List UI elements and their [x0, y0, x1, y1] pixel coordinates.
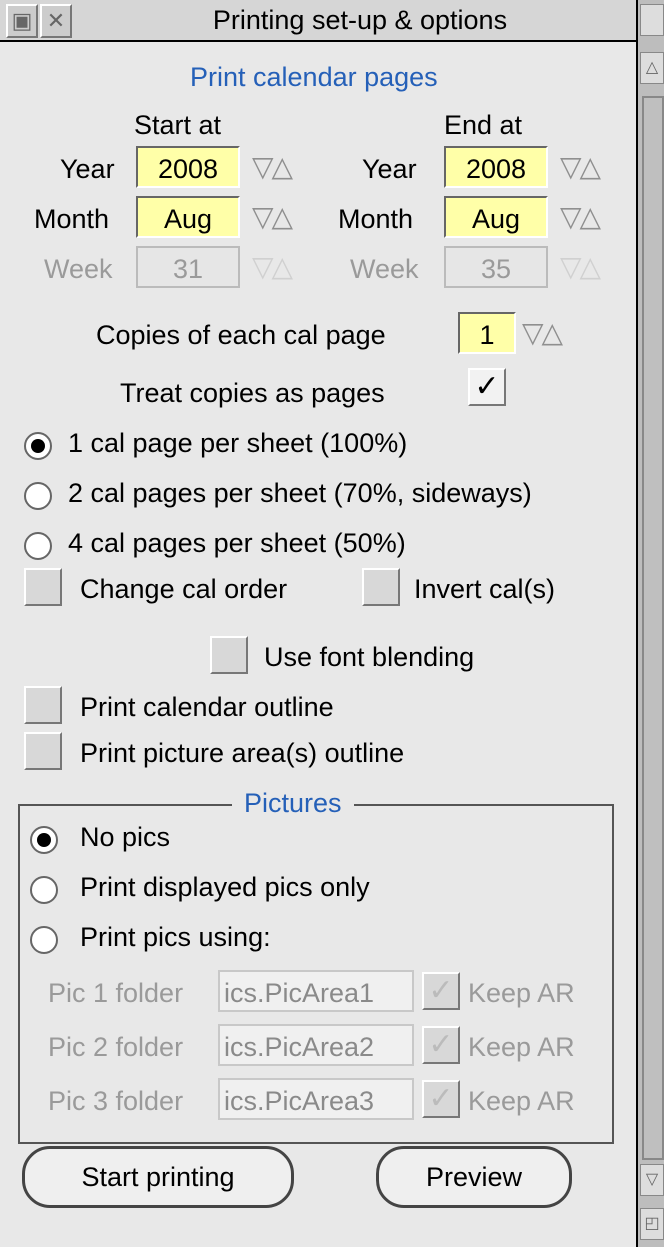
end-year-field[interactable]: 2008: [444, 146, 548, 188]
pic2-folder-field: ics.PicArea2: [218, 1024, 414, 1066]
resize-icon[interactable]: ◰: [640, 1208, 664, 1240]
toggle-size-icon[interactable]: [640, 4, 664, 36]
layout-radio-3[interactable]: [24, 532, 52, 560]
calendar-outline-checkbox[interactable]: [24, 686, 62, 724]
end-month-stepper[interactable]: ▽△: [560, 200, 601, 233]
end-year-label: Year: [362, 154, 417, 184]
font-blending-label: Use font blending: [264, 642, 475, 672]
layout-radio-2[interactable]: [24, 482, 52, 510]
title-bar[interactable]: ▣ ✕ Printing set-up & options: [0, 0, 636, 42]
pic2-keep-ar-checkbox: ✓: [422, 1026, 460, 1064]
calendar-outline-label: Print calendar outline: [80, 692, 334, 722]
end-month-label: Month: [338, 204, 414, 234]
start-at-label: Start at: [134, 110, 222, 140]
end-month-field[interactable]: Aug: [444, 196, 548, 238]
pic1-folder-field: ics.PicArea1: [218, 970, 414, 1012]
start-week-stepper: ▽△: [252, 251, 293, 282]
invert-label: Invert cal(s): [414, 574, 556, 604]
invert-checkbox[interactable]: [362, 568, 400, 606]
treat-copies-checkbox[interactable]: ✓: [468, 368, 506, 406]
print-options-window: ▣ ✕ Printing set-up & options △ ▽ ◰ Prin…: [0, 0, 664, 1247]
start-week-label: Week: [44, 254, 113, 284]
start-year-field[interactable]: 2008: [136, 146, 240, 188]
start-year-stepper[interactable]: ▽△: [252, 150, 293, 183]
font-blending-checkbox[interactable]: [210, 636, 248, 674]
preview-button[interactable]: Preview: [376, 1146, 572, 1208]
scroll-up-icon[interactable]: △: [640, 52, 664, 84]
layout-radio-1[interactable]: [24, 432, 52, 460]
pic3-folder-label: Pic 3 folder: [48, 1086, 184, 1116]
scroll-track[interactable]: [642, 96, 664, 1160]
treat-copies-label: Treat copies as pages: [120, 378, 385, 408]
start-month-stepper[interactable]: ▽△: [252, 200, 293, 233]
pics-radio-displayed[interactable]: [30, 876, 58, 904]
pics-option-1-label: No pics: [80, 822, 171, 852]
pic3-folder-field: ics.PicArea3: [218, 1078, 414, 1120]
start-year-label: Year: [60, 154, 115, 184]
copies-stepper[interactable]: ▽△: [522, 316, 563, 349]
pic2-keep-ar-label: Keep AR: [468, 1032, 575, 1062]
layout-option-2-label: 2 cal pages per sheet (70%, sideways): [68, 478, 532, 508]
pic3-keep-ar-checkbox: ✓: [422, 1080, 460, 1118]
pic1-keep-ar-label: Keep AR: [468, 978, 575, 1008]
pic1-keep-ar-checkbox: ✓: [422, 972, 460, 1010]
pic3-keep-ar-label: Keep AR: [468, 1086, 575, 1116]
back-icon[interactable]: ▣: [6, 4, 38, 38]
start-month-label: Month: [34, 204, 110, 234]
layout-option-3-label: 4 cal pages per sheet (50%): [68, 528, 406, 558]
end-week-label: Week: [350, 254, 419, 284]
start-week-field: 31: [136, 246, 240, 288]
layout-option-1-label: 1 cal page per sheet (100%): [68, 428, 408, 458]
start-month-field[interactable]: Aug: [136, 196, 240, 238]
pics-option-2-label: Print displayed pics only: [80, 872, 370, 902]
change-order-label: Change cal order: [80, 574, 288, 604]
scroll-down-icon[interactable]: ▽: [640, 1164, 664, 1196]
end-week-stepper: ▽△: [560, 251, 601, 282]
pictures-group-title: Pictures: [232, 788, 354, 819]
picture-outline-label: Print picture area(s) outline: [80, 738, 405, 768]
dialog-content: Print calendar pages Start at End at Yea…: [0, 42, 636, 1247]
section-heading: Print calendar pages: [190, 62, 438, 92]
end-at-label: End at: [444, 110, 523, 140]
vertical-scrollbar[interactable]: △ ▽ ◰: [636, 0, 664, 1247]
pic1-folder-label: Pic 1 folder: [48, 978, 184, 1008]
close-icon[interactable]: ✕: [40, 4, 72, 38]
start-printing-button[interactable]: Start printing: [22, 1146, 294, 1208]
pics-radio-none[interactable]: [30, 826, 58, 854]
pics-option-3-label: Print pics using:: [80, 922, 271, 952]
window-title: Printing set-up & options: [212, 5, 508, 35]
picture-outline-checkbox[interactable]: [24, 732, 62, 770]
end-year-stepper[interactable]: ▽△: [560, 150, 601, 183]
copies-label: Copies of each cal page: [96, 320, 386, 350]
end-week-field: 35: [444, 246, 548, 288]
copies-field[interactable]: 1: [458, 312, 516, 354]
pics-radio-using[interactable]: [30, 926, 58, 954]
pic2-folder-label: Pic 2 folder: [48, 1032, 184, 1062]
change-order-checkbox[interactable]: [24, 568, 62, 606]
